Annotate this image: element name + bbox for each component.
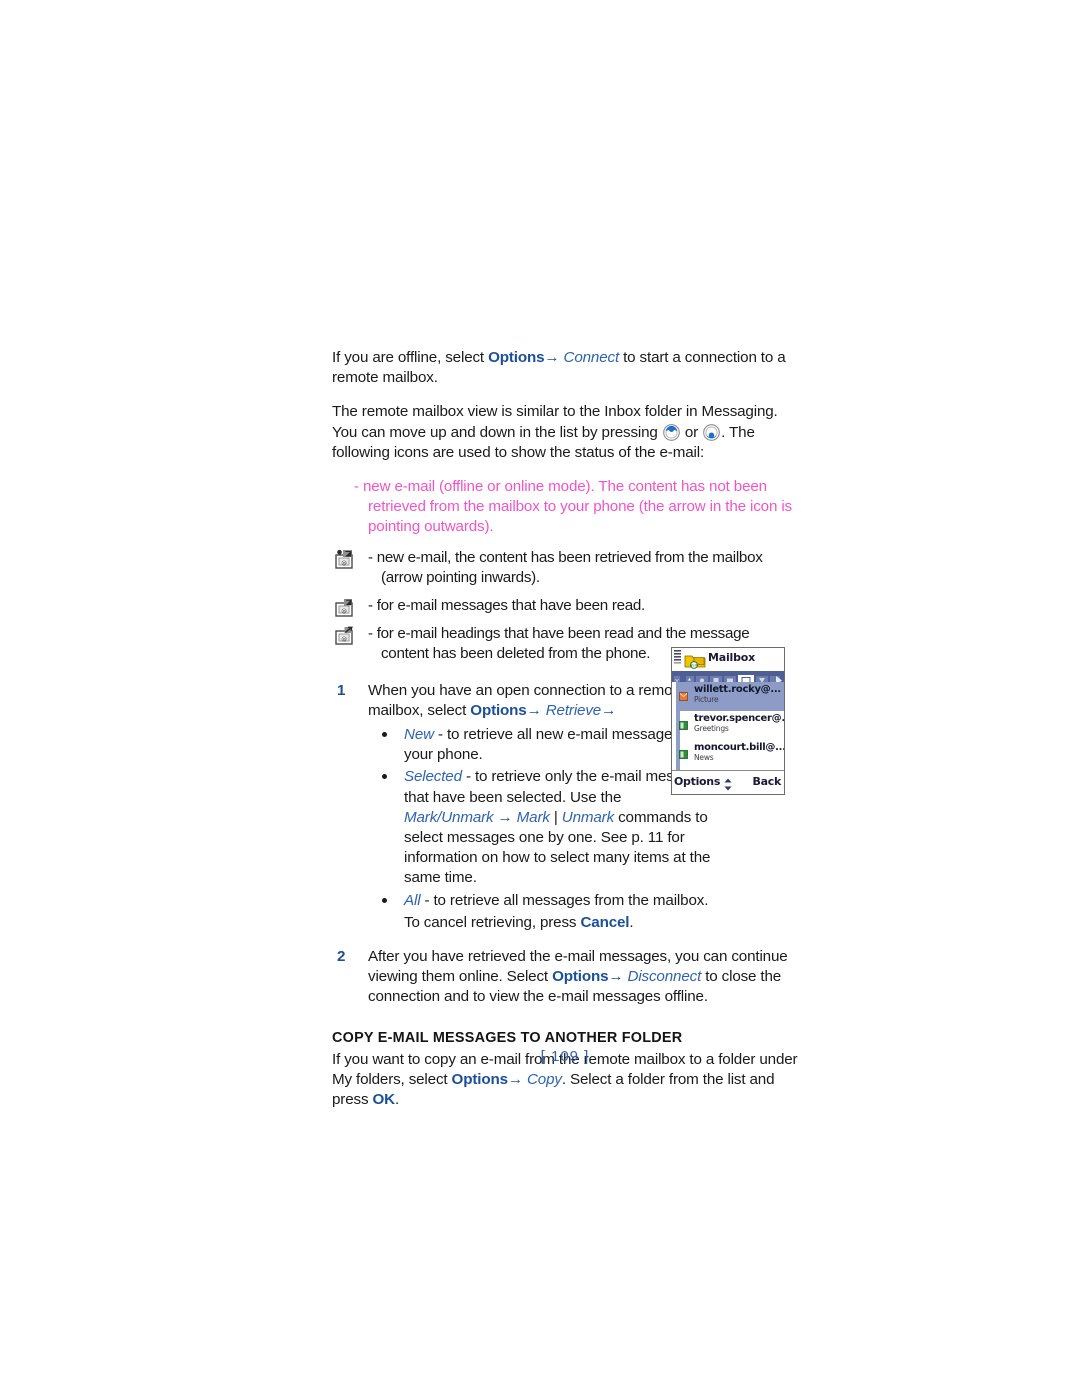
phone-softkey-bar: Options Back	[672, 770, 784, 794]
dash-glyph: -	[354, 478, 359, 496]
message-subject: News	[694, 753, 714, 762]
status-icon-row-new-retrieved: @ - new e-mail, the content has been ret…	[332, 548, 798, 588]
cancel-command: Cancel	[580, 913, 630, 931]
status-icon-row-new-not-retrieved: - new e-mail (offline or online mode). T…	[332, 477, 798, 538]
email-heading-deleted-icon: @	[334, 625, 360, 647]
status-icon-desc-2: for e-mail messages that have been read.	[376, 597, 646, 615]
bullet-dot-icon	[382, 732, 387, 738]
list-item-all: All - to retrieve all messages from the …	[332, 891, 798, 911]
svg-text:NEW: NEW	[690, 664, 699, 668]
dash-glyph: -	[368, 548, 373, 566]
arrow-glyph: →	[526, 701, 542, 719]
status-icon-row-read: @ - for e-mail messages that have been r…	[332, 596, 798, 619]
svg-text:@: @	[341, 637, 347, 643]
cancel-retrieving-line: To cancel retrieving, press Cancel.	[332, 913, 798, 933]
arrow-glyph: →	[507, 1070, 523, 1088]
disconnect-command: Disconnect	[623, 968, 702, 986]
connect-command: Connect	[559, 349, 620, 366]
options-command: Options	[451, 1070, 508, 1088]
retrieve-command: Retrieve	[541, 701, 602, 719]
all-option-label: All	[404, 891, 421, 909]
attachment-icon: ॱ	[778, 718, 781, 728]
svg-text:@: @	[341, 609, 347, 615]
list-item[interactable]: moncourt.bill@... News	[676, 740, 784, 769]
read-email-icon	[679, 715, 688, 730]
paragraph-connect: If you are offline, select Options→ Conn…	[332, 348, 798, 388]
cancel-tail: .	[629, 913, 634, 931]
phone-screenshot-mailbox: NEW Mailbox Y willett.rocky@... Picture …	[671, 647, 785, 795]
mark-command: Mark	[516, 808, 550, 826]
list-item[interactable]: trevor.spencer@... Greetings ॱ	[676, 711, 784, 740]
unread-email-icon	[679, 686, 688, 701]
arrow-glyph: →	[608, 968, 624, 986]
phone-title-label: Mailbox	[708, 651, 756, 664]
list-item-selected: Selected - to retrieve only the e-mail m…	[332, 767, 714, 888]
selected-option-label: Selected	[404, 768, 462, 786]
copy-command: Copy	[522, 1070, 562, 1088]
list-item[interactable]: willett.rocky@... Picture ॱ	[676, 682, 784, 711]
message-sender: moncourt.bill@...	[694, 742, 785, 753]
scroll-down-key-icon	[703, 423, 721, 441]
scroll-up-key-icon	[662, 423, 680, 441]
svg-text:@: @	[341, 560, 347, 566]
p2-mid: or	[680, 423, 703, 441]
step-2: 2 After you have retrieved the e-mail me…	[332, 947, 798, 1008]
cancel-lead: To cancel retrieving, press	[404, 913, 581, 931]
phone-tabbar: Y	[672, 671, 784, 682]
status-icon-text-0: new e-mail (offline or online mode). The…	[363, 478, 792, 536]
arrow-glyph: →	[601, 701, 617, 719]
phone-titlebar: NEW Mailbox	[672, 648, 784, 671]
scroll-indicator-icon	[724, 776, 733, 791]
unmark-command: Unmark	[561, 808, 615, 826]
softkey-options-button[interactable]: Options	[674, 775, 720, 788]
page-number: [ 109 ]	[540, 1048, 590, 1065]
softkey-back-button[interactable]: Back	[753, 775, 782, 788]
section-heading-copy-email: COPY E-MAIL MESSAGES TO ANOTHER FOLDER	[332, 1029, 683, 1046]
options-command: Options	[488, 349, 545, 366]
arrow-glyph: →	[493, 808, 517, 826]
new-option-label: New	[404, 726, 434, 744]
mailbox-folder-icon: NEW	[684, 652, 706, 669]
email-read-icon: @	[334, 597, 360, 619]
message-subject: Picture	[694, 695, 719, 704]
ok-command: OK	[372, 1091, 395, 1109]
new-option-desc: - to retrieve all new e-mail messages to…	[404, 726, 697, 764]
mark-unmark-command: Mark/Unmark	[404, 808, 494, 826]
signal-strength-icon	[674, 649, 683, 666]
paragraph-remote-mailbox-view: The remote mailbox view is similar to th…	[332, 402, 798, 463]
message-sender: willett.rocky@...	[694, 684, 781, 695]
p1-lead: If you are offline, select	[332, 349, 489, 366]
all-option-desc: - to retrieve all messages from the mail…	[420, 891, 709, 909]
status-icon-text-1: - new e-mail, the content has been retri…	[368, 548, 798, 588]
copy-tail: .	[394, 1091, 400, 1109]
message-sender: trevor.spencer@...	[694, 713, 785, 724]
options-command: Options	[470, 701, 527, 719]
message-subject: Greetings	[694, 724, 729, 733]
bullet-dot-icon	[382, 897, 387, 903]
attachment-icon: ॱ	[778, 689, 781, 699]
step-1-number: 1	[337, 681, 346, 699]
phone-message-list[interactable]: willett.rocky@... Picture ॱ trevor.spenc…	[672, 682, 784, 770]
step-1: 1 When you have an open connection to a …	[332, 681, 698, 721]
bullet-dot-icon	[382, 774, 387, 780]
new-email-retrieved-icon: @	[334, 549, 360, 571]
options-command: Options	[552, 968, 609, 986]
dash-glyph: -	[368, 597, 373, 615]
arrow-glyph: →	[544, 349, 560, 366]
status-icon-desc-1: new e-mail, the content has been retriev…	[376, 548, 763, 586]
dash-glyph: -	[368, 625, 373, 643]
step-2-number: 2	[337, 948, 346, 966]
status-icon-text-2: - for e-mail messages that have been rea…	[368, 596, 798, 616]
list-item-new: New - to retrieve all new e-mail message…	[332, 725, 714, 765]
command-separator: |	[549, 808, 562, 826]
read-email-icon	[679, 744, 688, 759]
